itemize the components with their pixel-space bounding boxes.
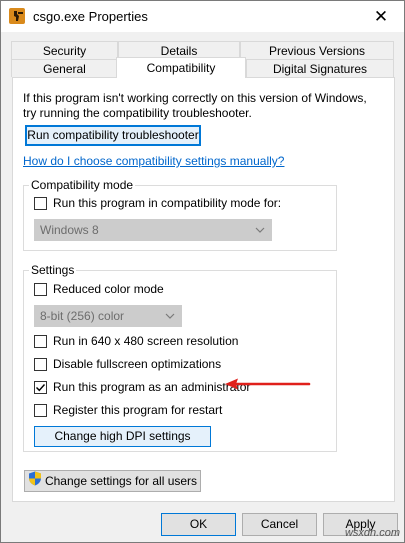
disable-fullscreen-checkbox[interactable] — [34, 357, 47, 371]
settings-group: Settings Reduced color mode 8-bit (256) … — [23, 263, 337, 452]
reduced-color-checkbox[interactable] — [34, 282, 47, 296]
run-640-row[interactable]: Run in 640 x 480 screen resolution — [34, 334, 238, 348]
register-restart-checkbox[interactable] — [34, 403, 47, 417]
chevron-down-icon — [165, 306, 175, 332]
color-mode-dropdown[interactable]: 8-bit (256) color — [34, 305, 182, 327]
color-mode-value: 8-bit (256) color — [40, 309, 125, 323]
compatibility-mode-group: Compatibility mode Run this program in c… — [23, 178, 337, 251]
ok-button[interactable]: OK — [161, 513, 236, 536]
change-dpi-button[interactable]: Change high DPI settings — [34, 426, 211, 447]
compat-os-value: Windows 8 — [40, 223, 99, 237]
settings-label: Settings — [29, 263, 77, 277]
run-admin-row[interactable]: Run this program as an administrator — [34, 380, 250, 394]
title-bar: csgo.exe Properties ✕ — [1, 1, 404, 32]
tab-security[interactable]: Security — [11, 41, 118, 59]
csgo-app-icon — [9, 8, 25, 24]
run-admin-checkbox[interactable] — [34, 380, 47, 394]
help-link[interactable]: How do I choose compatibility settings m… — [23, 154, 284, 168]
disable-fullscreen-row[interactable]: Disable fullscreen optimizations — [34, 357, 221, 371]
watermark-text: wsxdn.com — [344, 527, 400, 539]
compatibility-mode-label: Compatibility mode — [29, 178, 136, 192]
run-640-checkbox[interactable] — [34, 334, 47, 348]
reduced-color-label: Reduced color mode — [53, 282, 164, 296]
chevron-down-icon — [255, 220, 265, 246]
run-troubleshooter-button[interactable]: Run compatibility troubleshooter — [25, 125, 201, 146]
change-settings-all-users-button[interactable]: Change settings for all users — [24, 470, 201, 492]
window-title: csgo.exe Properties — [33, 9, 148, 24]
close-icon[interactable]: ✕ — [358, 1, 404, 32]
intro-line-1: If this program isn't working correctly … — [23, 91, 367, 105]
compat-mode-row[interactable]: Run this program in compatibility mode f… — [34, 196, 281, 210]
compat-mode-checkbox[interactable] — [34, 196, 47, 210]
intro-text: If this program isn't working correctly … — [23, 91, 367, 121]
tab-general[interactable]: General — [11, 59, 118, 77]
disable-fullscreen-label: Disable fullscreen optimizations — [53, 357, 222, 371]
compatibility-panel: If this program isn't working correctly … — [12, 77, 395, 502]
register-restart-row[interactable]: Register this program for restart — [34, 403, 222, 417]
register-restart-label: Register this program for restart — [53, 403, 223, 417]
compat-os-dropdown[interactable]: Windows 8 — [34, 219, 272, 241]
intro-line-2: try running the compatibility troublesho… — [23, 106, 252, 120]
tab-previous-versions[interactable]: Previous Versions — [240, 41, 394, 59]
all-users-label: Change settings for all users — [44, 474, 198, 488]
cancel-button[interactable]: Cancel — [242, 513, 317, 536]
red-arrow-annotation — [225, 378, 311, 390]
compat-mode-label: Run this program in compatibility mode f… — [53, 196, 282, 210]
properties-window: csgo.exe Properties ✕ Security Details P… — [0, 0, 405, 543]
run-admin-label: Run this program as an administrator — [53, 380, 251, 394]
tab-digital-signatures[interactable]: Digital Signatures — [246, 59, 394, 77]
tab-compatibility[interactable]: Compatibility — [116, 57, 246, 78]
checkmark-icon — [36, 383, 46, 391]
run-640-label: Run in 640 x 480 screen resolution — [53, 334, 239, 348]
reduced-color-row[interactable]: Reduced color mode — [34, 282, 164, 296]
uac-shield-icon — [28, 471, 42, 492]
